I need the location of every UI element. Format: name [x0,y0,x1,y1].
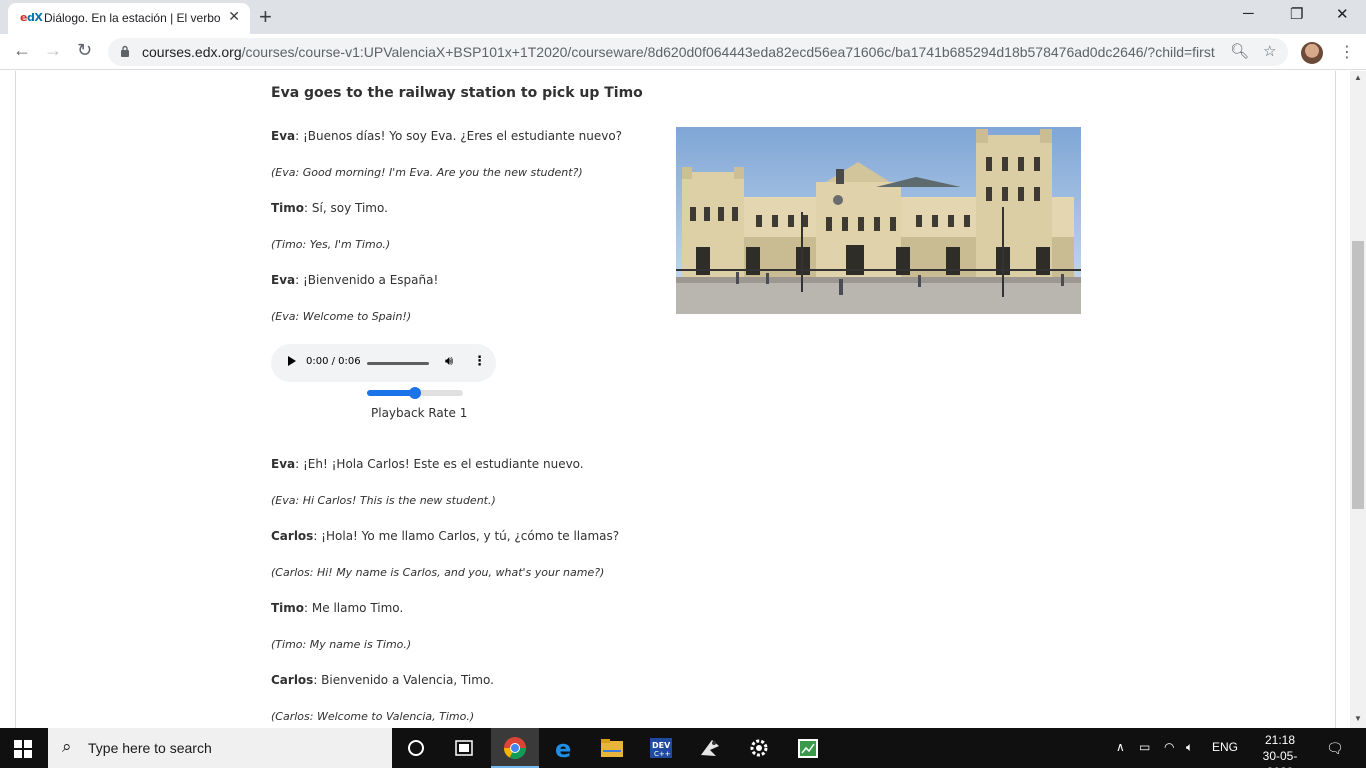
dialog-line: Eva: ¡Buenos días! Yo soy Eva. ¿Eres el … [271,129,623,143]
browser-toolbar: ← → ↻ courses.edx.org/courses/course-v1:… [0,34,1366,70]
page-heading: Eva goes to the railway station to pick … [271,85,643,101]
address-bar[interactable]: courses.edx.org/courses/course-v1:UPVale… [108,38,1288,66]
svg-text:DEV: DEV [652,741,671,750]
forward-arrow-icon[interactable]: → [44,40,62,61]
page-scrollbar[interactable]: ▲ ▼ [1350,71,1366,728]
search-icon: ⌕ [62,737,72,756]
browser-tab[interactable]: edX Diálogo. En la estación | El verbo ✕ [8,3,250,34]
dialog-line: Eva: ¡Eh! ¡Hola Carlos! Este es el estud… [271,457,584,471]
dialog-translation: (Eva: Hi Carlos! This is the new student… [271,494,496,507]
volume-icon[interactable]: 🔊︎ [445,354,453,369]
restore-icon[interactable]: ❐ [1290,5,1303,23]
new-tab-icon[interactable]: + [259,4,272,30]
close-tab-icon[interactable]: ✕ [228,8,240,25]
scroll-thumb[interactable] [1352,241,1364,509]
dialog-translation: (Eva: Good morning! I'm Eva. Are you the… [271,166,583,179]
url-text: courses.edx.org/courses/course-v1:UPVale… [142,44,1215,60]
spreadsheet-icon[interactable] [784,728,832,768]
playback-rate-fill [367,390,415,396]
clock-time: 21:18 [1264,733,1296,747]
svg-text:C++: C++ [654,750,671,758]
bookmark-star-icon[interactable]: ☆ [1263,42,1276,60]
svg-text:e: e [555,735,571,763]
zoom-icon[interactable]: 🔍︎ [1230,42,1249,60]
show-hidden-icons-icon[interactable]: ∧ [1116,740,1125,754]
profile-avatar[interactable] [1301,42,1323,64]
audio-player[interactable]: 0:00 / 0:06 🔊︎ ⋮ [271,344,496,382]
system-clock[interactable]: 21:18 30-05-2020 [1258,732,1302,768]
back-arrow-icon[interactable]: ← [13,40,31,61]
close-window-icon[interactable]: ✕ [1336,5,1349,23]
edge-icon[interactable]: e [540,728,588,768]
chrome-icon[interactable] [491,728,539,768]
taskbar-search-placeholder: Type here to search [88,740,212,756]
settings-icon[interactable] [735,728,783,768]
dialog-translation: (Eva: Welcome to Spain!) [271,310,412,323]
dialog-line: Carlos: Bienvenido a Valencia, Timo. [271,673,494,687]
dialog-translation: (Carlos: Welcome to Valencia, Timo.) [271,710,475,723]
app-icon[interactable] [686,728,734,768]
screen: edX Diálogo. En la estación | El verbo ✕… [0,0,1366,768]
more-options-icon[interactable]: ⋮ [473,354,486,369]
dialog-translation: (Carlos: Hi! My name is Carlos, and you,… [271,566,605,579]
playback-rate-label: Playback Rate 1 [371,406,468,420]
dialog-translation: (Timo: Yes, I'm Timo.) [271,238,391,251]
dev-app-icon[interactable]: DEV C++ [637,728,685,768]
language-indicator[interactable]: ENG [1212,740,1238,754]
play-icon[interactable] [288,356,296,366]
scroll-up-icon[interactable]: ▲ [1354,73,1362,82]
lock-icon [121,45,129,57]
scroll-down-icon[interactable]: ▼ [1354,714,1362,723]
windows-start-icon[interactable] [14,740,32,758]
windows-taskbar: ⌕ Type here to search e DEV C++ ∧ ▭ ◠ 🔈︎… [0,728,1366,768]
clock-date: 30-05-2020 [1262,749,1298,768]
taskbar-search-box[interactable]: ⌕ Type here to search [48,728,392,768]
content-border-right [1335,71,1336,728]
file-explorer-icon[interactable] [588,728,636,768]
task-view-icon[interactable] [440,728,488,768]
dialog-line: Timo: Sí, soy Timo. [271,201,388,215]
dialog-translation: (Timo: My name is Timo.) [271,638,412,651]
dialog-line: Carlos: ¡Hola! Yo me llamo Carlos, y tú,… [271,529,620,543]
content-border-left [15,71,16,728]
dialog-line: Timo: Me llamo Timo. [271,601,404,615]
audio-progress-track[interactable] [367,362,429,365]
edx-favicon-icon: edX [20,11,43,24]
tab-title: Diálogo. En la estación | El verbo [44,11,220,25]
dialog-line: Eva: ¡Bienvenido a España! [271,273,439,287]
minimize-icon[interactable]: ─ [1243,5,1254,22]
audio-time: 0:00 / 0:06 [306,356,361,367]
tab-strip: edX Diálogo. En la estación | El verbo ✕… [0,0,1366,34]
battery-icon[interactable]: ▭ [1139,740,1150,754]
reload-icon[interactable]: ↻ [77,40,92,61]
speaker-icon[interactable]: 🔈︎ [1186,740,1193,755]
notifications-icon[interactable]: 🗨︎ [1326,740,1344,757]
valencia-station-photo [676,127,1081,314]
browser-menu-icon[interactable]: ⋮ [1339,42,1355,62]
playback-rate-thumb[interactable] [409,387,421,399]
playback-rate-slider[interactable] [367,387,463,399]
page-viewport: Eva goes to the railway station to pick … [0,71,1350,728]
cortana-icon[interactable] [392,728,440,768]
wifi-icon[interactable]: ◠ [1164,740,1174,754]
